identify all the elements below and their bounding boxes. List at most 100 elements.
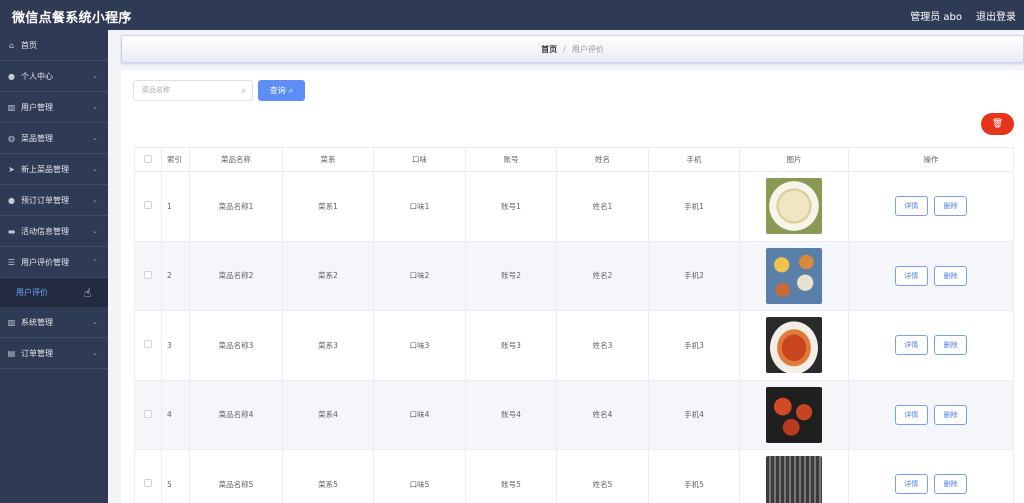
breadcrumb-current: 用户评价: [571, 44, 604, 54]
cell-dish-name: 菜品名称3: [189, 310, 283, 381]
sidebar-item-home[interactable]: ⌂ 首页: [0, 30, 108, 61]
sidebar-item-orders[interactable]: ▤ 订单管理 ⌄: [0, 338, 108, 369]
sidebar-item-reservations[interactable]: ● 预订订单管理 ⌄: [0, 185, 108, 216]
search-input[interactable]: 菜品名称 ⌕: [133, 80, 253, 101]
cell-index: 1: [161, 171, 190, 242]
cell-account: 账号2: [465, 241, 557, 311]
cell-cuisine: 菜系1: [282, 171, 374, 242]
col-header: 口味: [373, 147, 466, 172]
trash-icon: 🗑: [991, 119, 1004, 129]
cell-name: 姓名1: [556, 171, 649, 242]
cell-taste: 口味3: [373, 310, 466, 381]
doc-icon: ▤: [7, 348, 16, 358]
sidebar-item-label: 用户管理: [21, 102, 53, 112]
col-header: 菜品名称: [189, 147, 283, 172]
cell-actions: 详情 删除: [848, 310, 1014, 381]
table-row: 3 菜品名称3 菜系3 口味3 账号3 姓名3 手机3 详情 删除: [134, 310, 1014, 381]
app-title: 微信点餐系统小程序: [12, 11, 132, 26]
user-icon: ●: [8, 195, 15, 205]
sidebar-subitem-label: 用户评价: [16, 288, 48, 297]
detail-button[interactable]: 详情: [894, 335, 928, 356]
cell-phone: 手机2: [648, 241, 740, 311]
row-checkbox[interactable]: [134, 171, 162, 242]
delete-button[interactable]: 删除: [934, 335, 968, 356]
hand-cursor-icon: ☝: [84, 286, 92, 300]
mic-icon: ◍: [8, 133, 15, 143]
sidebar-item-dishes[interactable]: ◍ 菜品管理 ⌄: [0, 123, 108, 154]
chevron-down-icon: ⌄: [92, 227, 98, 235]
delete-button[interactable]: 删除: [934, 474, 968, 495]
chevron-down-icon: ⌄: [92, 134, 98, 142]
cell-cuisine: 菜系3: [282, 310, 374, 381]
sidebar-item-label: 用户评价管理: [21, 257, 69, 267]
row-checkbox[interactable]: [134, 310, 162, 381]
detail-button[interactable]: 详情: [894, 474, 928, 495]
cell-account: 账号5: [465, 449, 557, 503]
cell-index: 2: [161, 241, 190, 311]
sidebar-item-new-dishes[interactable]: ➤ 新上菜品管理 ⌄: [0, 154, 108, 185]
select-all-checkbox[interactable]: [134, 147, 162, 172]
row-checkbox[interactable]: [134, 449, 162, 503]
delete-button[interactable]: 删除: [934, 196, 968, 217]
query-button[interactable]: 查询 ⌕: [258, 80, 305, 101]
sidebar-item-reviews[interactable]: ☰ 用户评价管理 ⌃: [0, 247, 108, 278]
delete-button[interactable]: 删除: [934, 265, 968, 286]
cell-image: [739, 449, 849, 503]
chevron-up-icon: ⌃: [92, 258, 98, 266]
send-icon: ➤: [8, 164, 15, 174]
cell-cuisine: 菜系5: [282, 449, 374, 503]
sidebar-item-label: 新上菜品管理: [21, 164, 69, 174]
breadcrumb-separator: /: [563, 44, 566, 54]
batch-delete-button[interactable]: 🗑: [981, 113, 1014, 135]
detail-button[interactable]: 详情: [894, 265, 928, 286]
cell-image: [739, 380, 849, 450]
cell-index: 5: [161, 449, 190, 503]
chevron-down-icon: ⌄: [92, 103, 98, 111]
row-checkbox[interactable]: [134, 380, 162, 450]
sidebar-item-activities[interactable]: ▬ 活动信息管理 ⌄: [0, 216, 108, 247]
top-header: 微信点餐系统小程序 管理员 abo 退出登录: [0, 0, 1024, 30]
col-header: 姓名: [556, 147, 649, 172]
sidebar-item-users[interactable]: ▥ 用户管理 ⌄: [0, 92, 108, 123]
breadcrumb-home[interactable]: 首页: [541, 44, 557, 55]
logout-link[interactable]: 退出登录: [976, 8, 1016, 23]
cell-name: 姓名2: [556, 241, 649, 311]
sidebar-subitem-reviews[interactable]: 用户评价 ☝: [0, 278, 108, 307]
cell-actions: 详情 删除: [848, 241, 1014, 311]
chevron-down-icon: ⌄: [92, 349, 98, 357]
home-icon: ⌂: [8, 40, 15, 50]
cell-phone: 手机1: [648, 171, 740, 242]
detail-button[interactable]: 详情: [894, 404, 928, 425]
cell-image: [739, 241, 849, 311]
cell-cuisine: 菜系4: [282, 380, 374, 450]
cell-name: 姓名5: [556, 449, 649, 503]
table-row: 2 菜品名称2 菜系2 口味2 账号2 姓名2 手机2 详情 删除: [134, 241, 1014, 311]
sidebar-item-label: 系统管理: [21, 317, 53, 327]
cell-dish-name: 菜品名称5: [189, 449, 283, 503]
sidebar-item-label: 活动信息管理: [21, 226, 69, 236]
search-icon: ⌕: [288, 85, 294, 95]
main-content: 首页 / 用户评价 菜品名称 ⌕ 查询 ⌕ 🗑 索引 菜品名称 菜系 口味 账号…: [108, 30, 1024, 503]
search-placeholder: 菜品名称: [142, 86, 170, 94]
col-header: 账号: [465, 147, 557, 172]
sidebar-item-profile[interactable]: ● 个人中心 ⌄: [0, 61, 108, 92]
cell-image: [739, 171, 849, 242]
cell-phone: 手机3: [648, 310, 740, 381]
delete-button[interactable]: 删除: [934, 404, 968, 425]
cell-dish-name: 菜品名称4: [189, 380, 283, 450]
dish-image: [766, 456, 822, 503]
cell-image: [739, 310, 849, 381]
sidebar-item-label: 菜品管理: [21, 133, 53, 143]
detail-button[interactable]: 详情: [894, 196, 928, 217]
sidebar-item-label: 个人中心: [21, 71, 53, 81]
chevron-down-icon: ⌄: [92, 318, 98, 326]
cell-index: 3: [161, 310, 190, 381]
table-header-row: 索引 菜品名称 菜系 口味 账号 姓名 手机 图片 操作: [134, 147, 1014, 172]
table-row: 1 菜品名称1 菜系1 口味1 账号1 姓名1 手机1 详情 删除: [134, 171, 1014, 242]
row-checkbox[interactable]: [134, 241, 162, 311]
sidebar-item-system[interactable]: ▥ 系统管理 ⌄: [0, 307, 108, 338]
content-panel: 菜品名称 ⌕ 查询 ⌕ 🗑 索引 菜品名称 菜系 口味 账号 姓名 手机 图片 …: [121, 70, 1024, 503]
cell-index: 4: [161, 380, 190, 450]
cell-phone: 手机4: [648, 380, 740, 450]
cell-account: 账号1: [465, 171, 557, 242]
